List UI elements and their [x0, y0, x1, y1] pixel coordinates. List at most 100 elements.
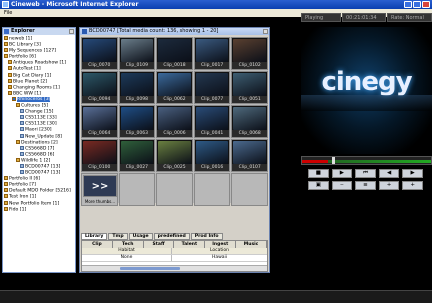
empty-cell: [156, 173, 193, 206]
tree-item-label: Antiques Roadshow [1]: [13, 60, 67, 66]
thumbnail-image: [233, 39, 266, 62]
tab-prod-info[interactable]: Prod Info: [190, 233, 223, 240]
thumbnail-image: [158, 39, 191, 62]
clip-label: Clip_0041: [194, 130, 230, 137]
tree-item-label: CS5113E [33]: [25, 115, 57, 121]
thumbnail-image: [233, 141, 266, 164]
folder-icon: [16, 103, 20, 108]
document-icon: [20, 127, 24, 132]
clip-label: Clip_0094: [82, 96, 117, 103]
empty-cell: [231, 173, 268, 206]
subtab-tech-details[interactable]: Tech Details: [112, 241, 144, 254]
clip-label: Clip_0017: [194, 62, 230, 69]
thumbnail-image: [120, 141, 154, 164]
tree-item[interactable]: Fido [1]: [3, 206, 75, 213]
timeline-scrubber[interactable]: [301, 156, 432, 165]
clip-label: Clip_0109: [119, 62, 155, 69]
play-icon[interactable]: ▶: [331, 169, 353, 178]
info-tabs: Library Tmp Usage predefined Prod Info: [81, 233, 268, 240]
explorer-panel: Explorer neweb [1] BC Library [3] My Seque…: [2, 27, 76, 273]
clip-thumbnail[interactable]: Clip_0018: [156, 37, 193, 70]
clip-label: Clip_0016: [194, 164, 230, 171]
clip-thumbnail[interactable]: Clip_0017: [193, 37, 231, 70]
subtab-music[interactable]: Music: [236, 241, 267, 248]
document-icon: [20, 115, 24, 120]
tab-predefined[interactable]: predefined: [153, 233, 190, 240]
scrollbar-thumb[interactable]: [120, 267, 180, 270]
clip-thumbnail[interactable]: Clip_0094: [81, 71, 118, 104]
add-icon[interactable]: +: [402, 181, 423, 190]
menu-file[interactable]: File: [4, 10, 12, 16]
timecode: 00:21:01:34: [342, 13, 386, 22]
clip-thumbnail[interactable]: Clip_0068: [231, 105, 268, 138]
maximize-button[interactable]: [413, 1, 421, 8]
info-subtabs: ClipTech DetailsStaffTalentIngestMusic: [82, 241, 267, 254]
folder-icon: [12, 96, 16, 101]
tree-item-label: Portfolio II [6]: [9, 176, 41, 182]
clip-thumbnail[interactable]: Clip_0051: [231, 71, 268, 104]
tab-library[interactable]: Library: [81, 233, 108, 240]
browser-close-icon[interactable]: [263, 29, 268, 34]
clip-label: Clip_0064: [82, 130, 117, 137]
clip-thumbnail[interactable]: Clip_0006: [156, 105, 193, 138]
skip-back-icon[interactable]: ⏮: [355, 169, 376, 178]
subtab-clip[interactable]: Clip: [82, 241, 113, 248]
document-icon: [20, 163, 24, 168]
clip-thumbnail[interactable]: Clip_0025: [156, 139, 193, 172]
clip-thumbnail[interactable]: Clip_0063: [118, 105, 156, 138]
tree-item-label: Default MDO Folder [5216]: [9, 188, 71, 194]
clip-thumbnail[interactable]: Clip_0109: [118, 37, 156, 70]
add-icon[interactable]: +: [378, 181, 400, 190]
clip-thumbnail[interactable]: Clip_0016: [193, 139, 231, 172]
clip-label: Clip_0070: [82, 62, 117, 69]
minimize-button[interactable]: [404, 1, 412, 8]
folder-icon: [8, 78, 12, 83]
timeline-playhead[interactable]: [332, 157, 335, 164]
clip-thumbnail[interactable]: Clip_0062: [156, 71, 193, 104]
explorer-close-icon[interactable]: [69, 29, 74, 34]
tree-item-label: BCD00747 [13]: [25, 164, 61, 170]
tree-item-label: Rhinoceros [3]: [17, 97, 51, 103]
tree-item-label: Portfolio [6]: [9, 54, 36, 60]
document-icon: [20, 145, 24, 150]
clip-thumbnail[interactable]: Clip_0070: [81, 37, 118, 70]
stop-icon[interactable]: ■: [308, 169, 329, 178]
tree-item-label: Fido [1]: [9, 207, 27, 213]
clip-thumbnail[interactable]: Clip_0098: [118, 71, 156, 104]
subtab-ingest[interactable]: Ingest: [205, 241, 237, 248]
explorer-icon: [4, 29, 9, 34]
frame-icon[interactable]: ▣: [308, 181, 329, 190]
clip-thumbnail[interactable]: Clip_0100: [81, 139, 118, 172]
clip-thumbnail[interactable]: Clip_0107: [231, 139, 268, 172]
clip-label: Clip_0018: [157, 62, 192, 69]
thumbnail-image: [195, 141, 229, 164]
document-icon: [20, 170, 24, 175]
tree-item-label: Portfolio [7]: [9, 182, 36, 188]
subtab-talent[interactable]: Talent: [174, 241, 206, 248]
clip-label: Clip_0098: [119, 96, 155, 103]
close-button[interactable]: [422, 1, 430, 8]
menu-icon[interactable]: ≡: [355, 181, 376, 190]
clip-thumbnail[interactable]: Clip_0077: [193, 71, 231, 104]
tree-item-label: My Sequences [127]: [9, 48, 57, 54]
clip-thumbnail[interactable]: Clip_0041: [193, 105, 231, 138]
horizontal-scrollbar[interactable]: [82, 265, 267, 271]
minus-icon[interactable]: ‒: [331, 181, 353, 190]
more-thumbs-button[interactable]: >> More thumbs...: [81, 173, 118, 206]
folder-icon: [4, 194, 8, 199]
document-icon: [20, 133, 24, 138]
explorer-header: Explorer: [3, 28, 75, 35]
clip-thumbnail[interactable]: Clip_0027: [118, 139, 156, 172]
subtab-staff[interactable]: Staff: [143, 241, 175, 248]
clip-thumbnail[interactable]: Clip_0102: [231, 37, 268, 70]
tree-item-label: Maori [230]: [25, 127, 52, 133]
tab-usage[interactable]: Usage: [128, 233, 153, 240]
clip-thumbnail[interactable]: Clip_0064: [81, 105, 118, 138]
rewind-icon[interactable]: ◀: [378, 169, 400, 178]
tab-tmp[interactable]: Tmp: [108, 233, 128, 240]
forward-icon[interactable]: ▶: [402, 169, 423, 178]
table-row[interactable]: None Hawaii: [82, 255, 267, 262]
video-viewer[interactable]: cinegy: [301, 27, 432, 154]
tree-item-label: BC Library [3]: [9, 42, 41, 48]
folder-icon: [8, 72, 12, 77]
